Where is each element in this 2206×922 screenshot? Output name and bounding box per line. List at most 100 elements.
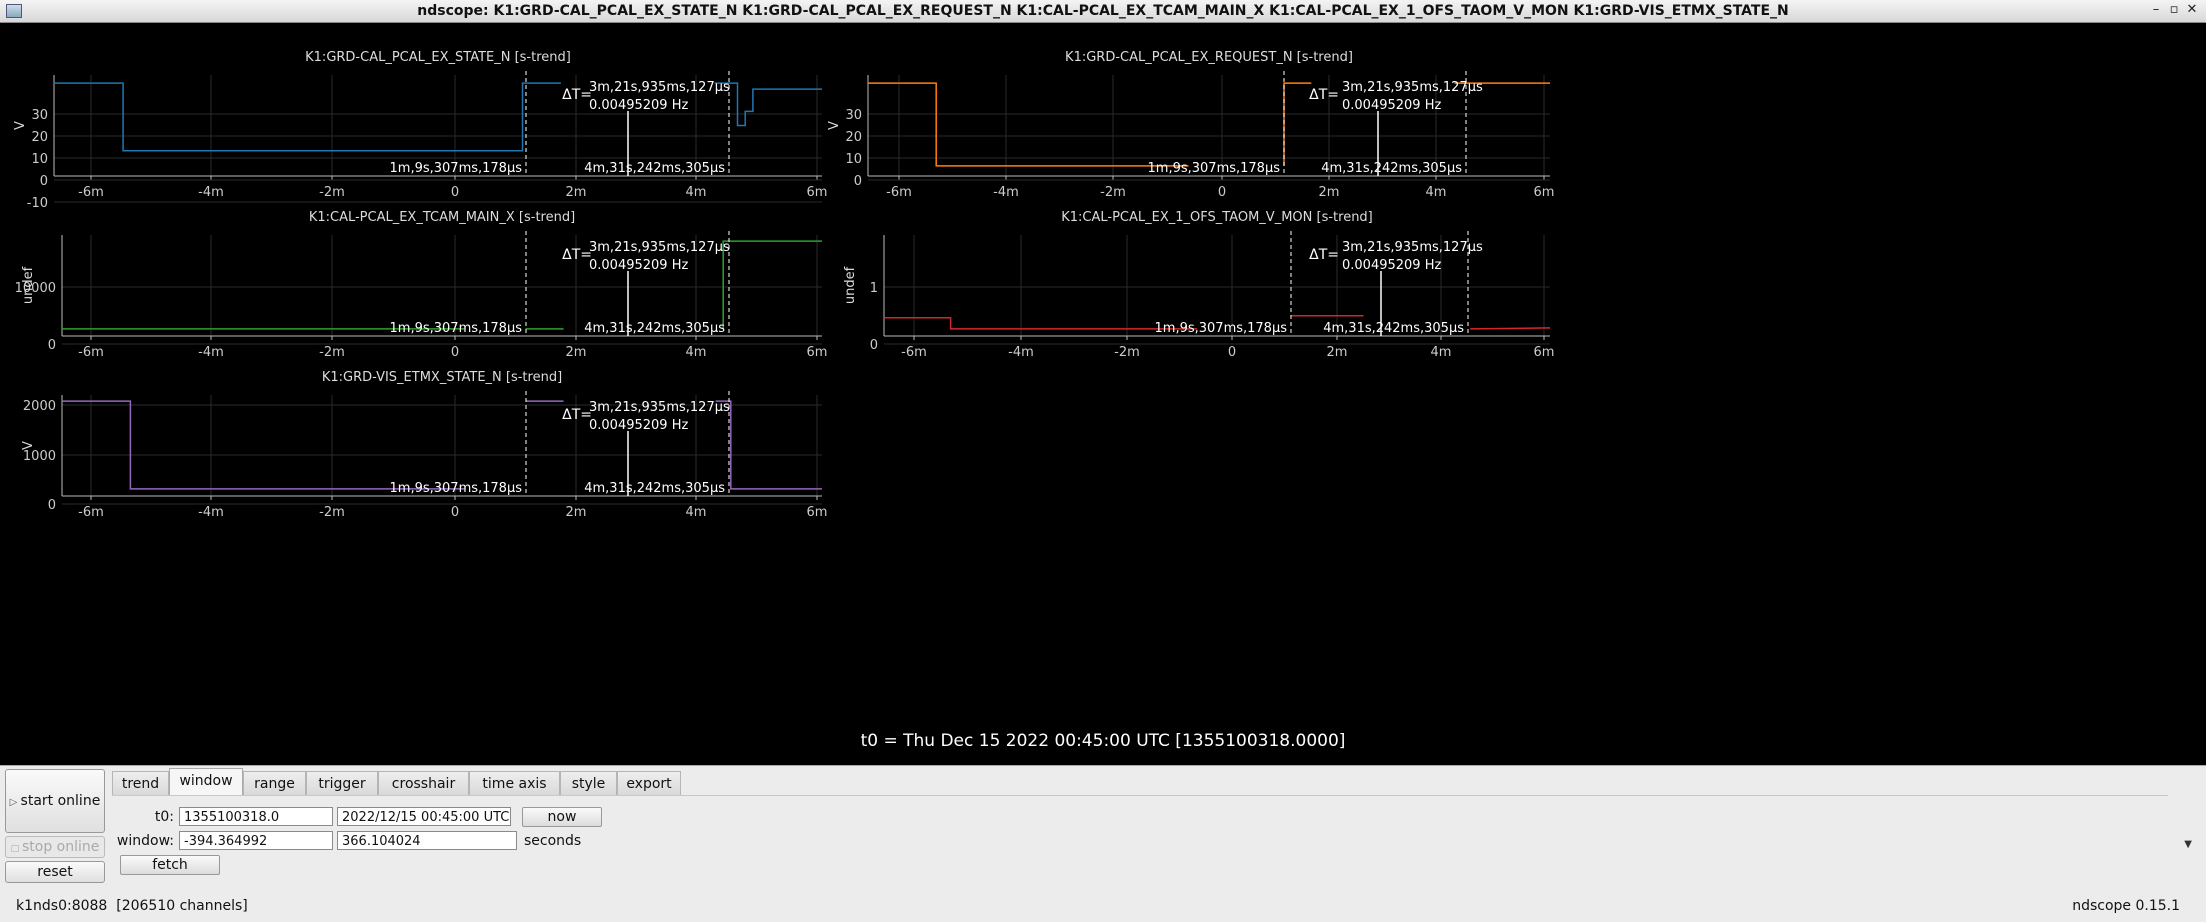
y-tick-label: 1000 xyxy=(23,449,56,464)
plot-title: K1:GRD-CAL_PCAL_EX_STATE_N [s-trend] xyxy=(305,50,571,65)
x-tick-label: -4m xyxy=(198,185,224,200)
y-axis-label: V xyxy=(21,441,36,450)
window-start-input[interactable]: -394.364992 xyxy=(179,831,333,850)
x-tick-label: -6m xyxy=(78,185,104,200)
x-tick-label: -6m xyxy=(901,345,927,360)
cursor-t1-label: 1m,9s,307ms,178µs xyxy=(390,161,523,176)
delta-t-label: ΔT= xyxy=(562,87,592,103)
delta-t-value: 3m,21s,935ms,127µs xyxy=(1342,240,1483,255)
tab-crosshair[interactable]: crosshair xyxy=(378,771,469,795)
cursor-t2-label: 4m,31s,242ms,305µs xyxy=(1321,161,1462,176)
status-version: ndscope 0.15.1 xyxy=(2072,898,2180,914)
x-tick-label: 6m xyxy=(807,505,828,520)
reset-button[interactable]: reset xyxy=(5,861,105,883)
y-tick-label: 0 xyxy=(870,338,878,353)
plot-title: K1:GRD-VIS_ETMX_STATE_N [s-trend] xyxy=(322,370,562,385)
x-tick-label: 0 xyxy=(1218,185,1226,200)
x-tick-label: 6m xyxy=(1534,185,1555,200)
x-tick-label: 4m xyxy=(686,505,707,520)
tab-range[interactable]: range xyxy=(243,771,306,795)
delta-t-value: 3m,21s,935ms,127µs xyxy=(589,240,730,255)
x-tick-label: -6m xyxy=(78,505,104,520)
tab-trend[interactable]: trend xyxy=(112,771,169,795)
delta-frequency: 0.00495209 Hz xyxy=(589,98,688,113)
cursor-t2-label: 4m,31s,242ms,305µs xyxy=(584,161,725,176)
x-tick-label: 0 xyxy=(1228,345,1236,360)
plot-title: K1:CAL-PCAL_EX_TCAM_MAIN_X [s-trend] xyxy=(309,210,575,225)
close-icon[interactable]: ✕ xyxy=(2184,2,2200,18)
plot-area: -6m -4m -2m 0 2m 4m 6m 30 20 10 0 -10 K1:GRD-CAL_PCA… xyxy=(4,23,2202,764)
y-axis-label: V xyxy=(13,121,28,130)
control-panel: ▷ start online □ stop online reset trend… xyxy=(0,765,2206,922)
stop-online-label: stop online xyxy=(21,839,100,855)
stop-online-button: □ stop online xyxy=(5,836,105,858)
window-end-input[interactable]: 366.104024 xyxy=(337,831,517,850)
delta-t-label: ΔT= xyxy=(562,247,592,263)
cursor-t1-label: 1m,9s,307ms,178µs xyxy=(1148,161,1281,176)
start-online-label: start online xyxy=(20,793,101,809)
minimize-icon[interactable]: – xyxy=(2148,2,2164,18)
y-tick-label: 1 xyxy=(870,281,878,296)
cursor-t2-label: 4m,31s,242ms,305µs xyxy=(584,321,725,336)
cursor-t2-label: 4m,31s,242ms,305µs xyxy=(584,481,725,496)
seconds-label: seconds xyxy=(524,833,582,849)
x-tick-label: 6m xyxy=(807,345,828,360)
tab-style[interactable]: style xyxy=(560,771,617,795)
x-tick-label: 4m xyxy=(686,185,707,200)
x-tick-label: -4m xyxy=(198,505,224,520)
x-tick-label: -2m xyxy=(319,345,345,360)
delta-frequency: 0.00495209 Hz xyxy=(589,418,688,433)
maximize-icon[interactable]: ▫ xyxy=(2166,2,2182,18)
x-tick-label: 0 xyxy=(451,345,459,360)
series-trace xyxy=(868,82,1550,167)
delta-t-value: 3m,21s,935ms,127µs xyxy=(1342,80,1483,95)
window-titlebar: ndscope: K1:GRD-CAL_PCAL_EX_STATE_N K1:G… xyxy=(0,0,2206,23)
y-axis-label: undef xyxy=(21,266,36,304)
status-server: k1nds0:8088 [206510 channels] xyxy=(16,898,248,914)
y-tick-label: 10 xyxy=(31,152,48,167)
cursor-t1-label: 1m,9s,307ms,178µs xyxy=(390,481,523,496)
window-field-label: window: xyxy=(116,833,174,849)
y-tick-label: 0 xyxy=(48,498,56,513)
t0-field-label: t0: xyxy=(154,809,174,825)
delta-frequency: 0.00495209 Hz xyxy=(1342,98,1441,113)
y-tick-label: -10 xyxy=(27,196,48,211)
stop-icon: □ xyxy=(10,844,22,854)
server-address: k1nds0:8088 xyxy=(16,898,108,914)
start-online-button[interactable]: ▷ start online xyxy=(5,769,105,833)
delta-t-label: ΔT= xyxy=(562,407,592,423)
tab-window[interactable]: window xyxy=(169,768,243,796)
tab-trigger[interactable]: trigger xyxy=(306,771,378,795)
x-tick-label: 4m xyxy=(686,345,707,360)
x-tick-label: 2m xyxy=(566,345,587,360)
t0-gps-input[interactable]: 1355100318.0 xyxy=(179,807,333,826)
x-tick-label: -2m xyxy=(319,505,345,520)
y-axis-label: V xyxy=(827,121,842,130)
tab-export[interactable]: export xyxy=(617,771,681,795)
cursor-t1-label: 1m,9s,307ms,178µs xyxy=(390,321,523,336)
t0-readout: t0 = Thu Dec 15 2022 00:45:00 UTC [13551… xyxy=(860,731,1346,751)
x-tick-label: -4m xyxy=(1008,345,1034,360)
x-tick-label: 6m xyxy=(1534,345,1555,360)
t0-utc-input[interactable]: 2022/12/15 00:45:00 UTC xyxy=(337,807,511,826)
plots-canvas[interactable]: -6m -4m -2m 0 2m 4m 6m3020100-10K1:GRD-CAL_PCA… xyxy=(4,23,2202,764)
tab-time-axis[interactable]: time axis xyxy=(469,771,560,795)
delta-t-label: ΔT= xyxy=(1309,87,1339,103)
chevron-down-icon[interactable]: ▼ xyxy=(2184,839,2192,850)
x-tick-label: 2m xyxy=(1327,345,1348,360)
delta-t-label: ΔT= xyxy=(1309,247,1339,263)
fetch-button[interactable]: fetch xyxy=(120,855,220,875)
plot-title: K1:CAL-PCAL_EX_1_OFS_TAOM_V_MON [s-trend… xyxy=(1061,210,1373,225)
x-tick-label: 4m xyxy=(1426,185,1447,200)
now-button[interactable]: now xyxy=(522,807,602,827)
x-tick-label: 2m xyxy=(566,185,587,200)
play-icon: ▷ xyxy=(9,797,21,808)
y-tick-label: 30 xyxy=(31,108,48,123)
x-tick-label: 4m xyxy=(1431,345,1452,360)
x-tick-label: 0 xyxy=(451,505,459,520)
x-tick-label: 2m xyxy=(566,505,587,520)
cursor-t2-label: 4m,31s,242ms,305µs xyxy=(1323,321,1464,336)
y-tick-label: 0 xyxy=(40,174,48,189)
y-axis-label: undef xyxy=(843,266,858,304)
y-tick-label: 2000 xyxy=(23,399,56,414)
